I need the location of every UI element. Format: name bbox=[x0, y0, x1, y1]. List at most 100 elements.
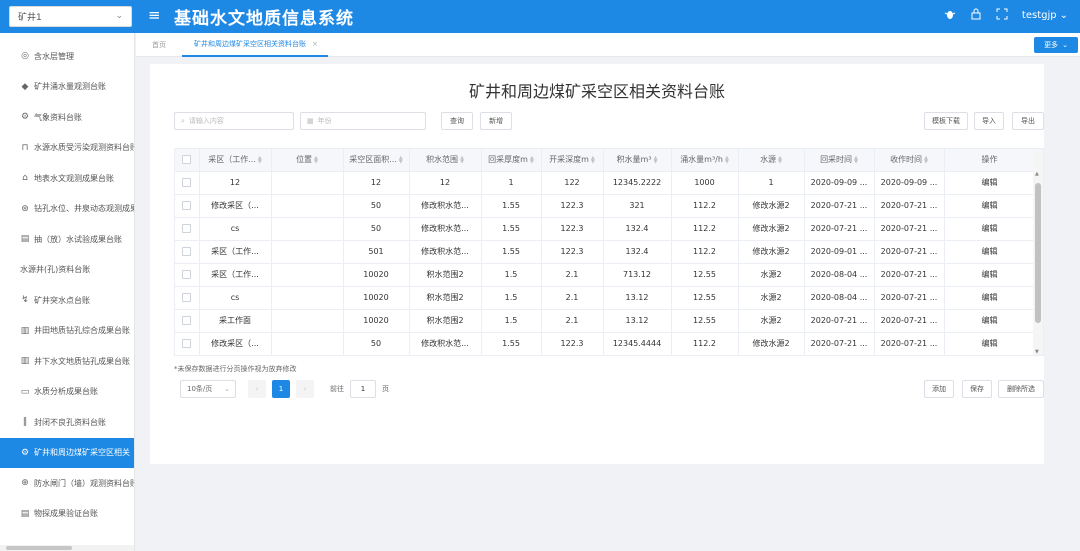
sort-icon[interactable]: ▲ ▼ bbox=[654, 155, 658, 164]
menu-icon[interactable]: ≡ bbox=[148, 6, 161, 24]
sidebar-item[interactable]: ◆ 矿井涌水量观测台账 bbox=[0, 72, 134, 103]
sidebar-item[interactable]: ◎ 含水层管理 bbox=[0, 41, 134, 72]
column-header[interactable]: 开采深度m ▲ ▼ bbox=[541, 149, 604, 172]
column-header[interactable]: 位置 ▲ ▼ bbox=[271, 149, 344, 172]
column-header[interactable]: 积水范围 ▲ ▼ bbox=[409, 149, 482, 172]
tab-home[interactable]: 首页 bbox=[152, 33, 166, 57]
tab-active[interactable]: 矿井和周边煤矿采空区相关资料台账 × bbox=[182, 33, 328, 57]
sidebar-item[interactable]: ▤ 物探成果验证台账 bbox=[0, 499, 134, 530]
query-button[interactable]: 查询 bbox=[441, 112, 473, 130]
table-cell: 12345.2222 bbox=[603, 171, 672, 195]
column-header-label: 积水范围 bbox=[426, 155, 459, 165]
page-unit-label: 页 bbox=[382, 385, 389, 393]
select-all-checkbox[interactable] bbox=[182, 155, 192, 165]
lock-icon[interactable] bbox=[970, 8, 982, 23]
next-page-button[interactable]: › bbox=[296, 380, 314, 398]
table-cell: 2020-07-21 ... bbox=[874, 332, 945, 355]
edit-link[interactable]: 编辑 bbox=[944, 332, 1036, 355]
edit-link[interactable]: 编辑 bbox=[944, 263, 1036, 287]
mine-select[interactable]: 矿井1 ⌄ bbox=[9, 6, 132, 27]
sidebar-item[interactable]: ↯ 矿井突水点台账 bbox=[0, 285, 134, 316]
sidebar-item[interactable]: ‖ 封闭不良孔资料台账 bbox=[0, 407, 134, 438]
sidebar-item[interactable]: ⊛ 钻孔水位、井泉动态观测成果 bbox=[0, 194, 134, 225]
table-cell: 12 bbox=[409, 171, 482, 195]
sidebar-item[interactable]: ▭ 水质分析成果台账 bbox=[0, 377, 134, 408]
row-checkbox[interactable] bbox=[182, 224, 192, 233]
search-placeholder: 请输入内容 bbox=[188, 117, 224, 125]
sort-icon[interactable]: ▲ ▼ bbox=[778, 155, 782, 164]
sidebar-item[interactable]: ⚙ 气象资料台账 bbox=[0, 102, 134, 133]
save-button[interactable]: 保存 bbox=[962, 380, 992, 398]
sort-icon[interactable]: ▲ ▼ bbox=[530, 155, 534, 164]
column-header[interactable]: 涌水量m³/h ▲ ▼ bbox=[671, 149, 739, 172]
user-menu[interactable]: testgjp ⌄ bbox=[1022, 10, 1068, 21]
sidebar-scrollbar[interactable] bbox=[0, 545, 134, 551]
table-cell: cs bbox=[199, 217, 272, 241]
row-checkbox[interactable] bbox=[182, 247, 192, 256]
template-download-button[interactable]: 模板下载 bbox=[924, 112, 968, 130]
table-scrollbar[interactable]: ▲ ▼ bbox=[1033, 149, 1043, 355]
sidebar-item[interactable]: ▥ 井下水文地质钻孔成果台账 bbox=[0, 346, 134, 377]
row-checkbox[interactable] bbox=[182, 316, 192, 325]
delete-selected-button[interactable]: 删除所选 bbox=[998, 380, 1044, 398]
row-checkbox[interactable] bbox=[182, 270, 192, 279]
row-checkbox[interactable] bbox=[182, 201, 192, 210]
page-size-select[interactable]: 10条/页 ⌄ bbox=[180, 380, 236, 398]
page-number[interactable]: 1 bbox=[272, 380, 290, 398]
sort-icon[interactable]: ▲ ▼ bbox=[591, 155, 595, 164]
table-cell: 水源2 bbox=[738, 263, 805, 287]
append-button[interactable]: 添加 bbox=[924, 380, 954, 398]
edit-link[interactable]: 编辑 bbox=[944, 286, 1036, 310]
pagination: 10条/页 ⌄ ‹ 1 › 前往 1 页 bbox=[180, 380, 389, 398]
sort-icon[interactable]: ▲ ▼ bbox=[854, 155, 858, 164]
sidebar-item[interactable]: ⊕ 防水闸门（墙）观测资料台账 bbox=[0, 468, 134, 499]
edit-link[interactable]: 编辑 bbox=[944, 194, 1036, 218]
pipe-icon: ⊓ bbox=[21, 142, 29, 153]
column-header[interactable]: 回采厚度m ▲ ▼ bbox=[481, 149, 542, 172]
search-input[interactable]: ⌕ 请输入内容 bbox=[174, 112, 294, 130]
table-cell: 修改采区（... bbox=[199, 332, 272, 355]
edit-link[interactable]: 编辑 bbox=[944, 240, 1036, 264]
sidebar-item[interactable]: ▤ 抽（放）水试验成果台账 bbox=[0, 224, 134, 255]
goto-page-input[interactable]: 1 bbox=[350, 380, 376, 398]
scroll-up-icon[interactable]: ▲ bbox=[1035, 171, 1039, 177]
column-header[interactable]: 水源 ▲ ▼ bbox=[738, 149, 805, 172]
column-header[interactable]: 采区（工作... ▲ ▼ bbox=[199, 149, 272, 172]
edit-link[interactable]: 编辑 bbox=[944, 217, 1036, 241]
sort-icon[interactable]: ▲ ▼ bbox=[314, 155, 318, 164]
scroll-down-icon[interactable]: ▼ bbox=[1035, 349, 1039, 355]
sidebar-item[interactable]: ▥ 井田地质钻孔综合成果台账 bbox=[0, 316, 134, 347]
sort-icon[interactable]: ▲ ▼ bbox=[725, 155, 729, 164]
scrollbar-thumb[interactable] bbox=[6, 546, 72, 550]
sort-icon[interactable]: ▲ ▼ bbox=[258, 155, 262, 164]
column-header[interactable]: 收作时间 ▲ ▼ bbox=[874, 149, 945, 172]
bug-icon[interactable] bbox=[944, 8, 956, 23]
add-button[interactable]: 新增 bbox=[480, 112, 512, 130]
row-checkbox[interactable] bbox=[182, 178, 192, 187]
sort-icon[interactable]: ▲ ▼ bbox=[460, 155, 464, 164]
table-header-row: 采区（工作... ▲ ▼ 位置 ▲ ▼ 采空区面积... ▲ ▼ 积水范围 ▲ ▼ 回采厚度m ▲ ▼ 开采深… bbox=[175, 149, 1036, 172]
import-button[interactable]: 导入 bbox=[974, 112, 1004, 130]
table-cell: 2020-08-04 ... bbox=[804, 286, 875, 310]
sidebar-item-label: 水源水质受污染观测资料台账 bbox=[34, 143, 134, 153]
sidebar-item[interactable]: ⌂ 地表水文观测成果台账 bbox=[0, 163, 134, 194]
close-icon[interactable]: × bbox=[312, 40, 318, 48]
year-picker[interactable]: ▦ 年份 bbox=[300, 112, 426, 130]
column-header[interactable]: 积水量m³ ▲ ▼ bbox=[603, 149, 672, 172]
sidebar-item[interactable]: ⚙ 矿井和周边煤矿采空区相关 bbox=[0, 437, 134, 468]
scrollbar-thumb[interactable] bbox=[1035, 183, 1041, 323]
export-button[interactable]: 导出 bbox=[1012, 112, 1044, 130]
more-button[interactable]: 更多 ⌄ bbox=[1034, 37, 1078, 53]
edit-link[interactable]: 编辑 bbox=[944, 309, 1036, 333]
column-header[interactable]: 采空区面积... ▲ ▼ bbox=[343, 149, 410, 172]
edit-link[interactable]: 编辑 bbox=[944, 171, 1036, 195]
sort-icon[interactable]: ▲ ▼ bbox=[924, 155, 928, 164]
sort-icon[interactable]: ▲ ▼ bbox=[399, 155, 403, 164]
row-checkbox[interactable] bbox=[182, 339, 192, 348]
column-header[interactable]: 回采时间 ▲ ▼ bbox=[804, 149, 875, 172]
prev-page-button[interactable]: ‹ bbox=[248, 380, 266, 398]
sidebar-item[interactable]: ⊓ 水源水质受污染观测资料台账 bbox=[0, 133, 134, 164]
row-checkbox[interactable] bbox=[182, 293, 192, 302]
sidebar-item[interactable]: 水源井(孔)资料台账 bbox=[0, 255, 134, 286]
fullscreen-icon[interactable] bbox=[996, 8, 1008, 23]
